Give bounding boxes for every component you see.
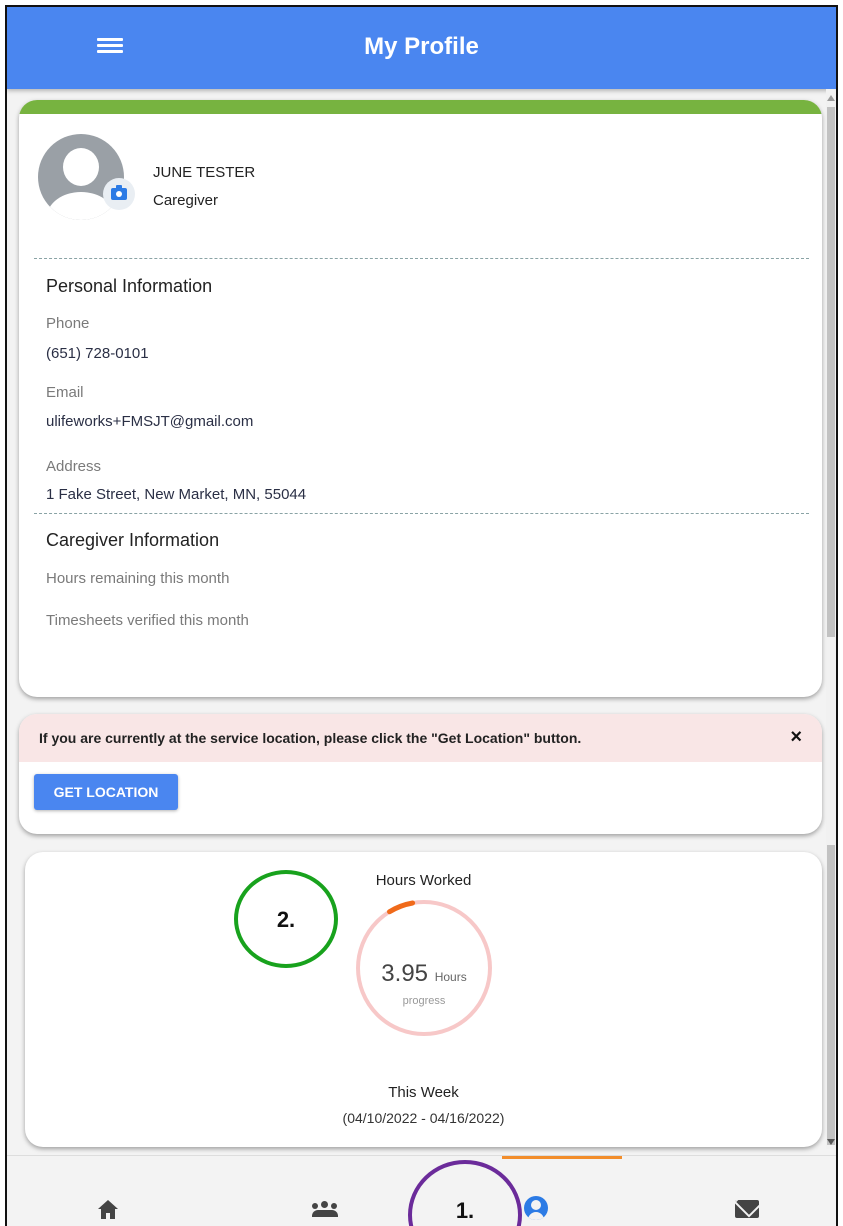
app-frame: My Profile JUNE TESTER Caregiver Persona… [5,5,838,1226]
users-icon[interactable] [312,1201,338,1217]
hours-worked-title: Hours Worked [375,872,472,889]
email-value: ulifeworks+FMSJT@gmail.com [46,413,254,430]
user-name: JUNE TESTER [153,164,256,181]
location-alert-message: If you are currently at the service loca… [39,730,582,746]
scrollbar-thumb[interactable] [827,107,835,637]
week-range: (04/10/2022 - 04/16/2022) [342,1110,505,1126]
scrollbar-thumb-lower[interactable] [827,845,835,1145]
get-location-button[interactable]: GET LOCATION [34,774,178,810]
hours-caption: progress [402,995,446,1007]
location-card: If you are currently at the service loca… [19,714,822,834]
home-icon[interactable] [98,1200,118,1220]
mail-icon[interactable] [735,1200,759,1218]
hours-worked-card: Hours Worked 3.95 Hours progress This We… [25,852,822,1147]
hours-remaining-label: Hours remaining this month [46,570,230,587]
caregiver-info-title: Caregiver Information [46,530,220,550]
user-role: Caregiver [153,192,219,209]
nav-active-indicator [502,1156,622,1159]
phone-value: (651) 728-0101 [46,345,149,362]
personal-info-title: Personal Information [46,276,213,296]
camera-icon[interactable] [103,178,135,210]
profile-icon[interactable] [524,1196,548,1220]
annotation-label-2: 2. [276,907,296,932]
phone-label: Phone [46,315,90,332]
section-divider [34,258,809,259]
annotation-circle-2: 2. [234,870,338,968]
annotation-label-1: 1. [455,1198,475,1223]
timesheets-verified-label: Timesheets verified this month [46,612,249,629]
page-title: My Profile [364,33,479,60]
email-label: Email [46,384,84,401]
profile-card: JUNE TESTER Caregiver Personal Informati… [19,100,822,697]
close-icon[interactable]: × [790,726,802,749]
week-title: This Week [388,1084,459,1101]
address-value: 1 Fake Street, New Market, MN, 55044 [46,486,307,503]
gauge-progress-arc [387,900,416,915]
address-label: Address [46,458,102,475]
hours-value: 3.95 Hours [381,960,467,987]
section-divider [34,513,809,514]
scroll-up-arrow-icon[interactable] [827,95,835,101]
profile-card-accent-bar [19,100,822,114]
location-alert: If you are currently at the service loca… [19,714,822,762]
app-header: My Profile [7,7,836,89]
hours-progress-gauge: 3.95 Hours progress [350,894,498,1042]
scroll-down-arrow-icon[interactable] [827,1139,835,1145]
